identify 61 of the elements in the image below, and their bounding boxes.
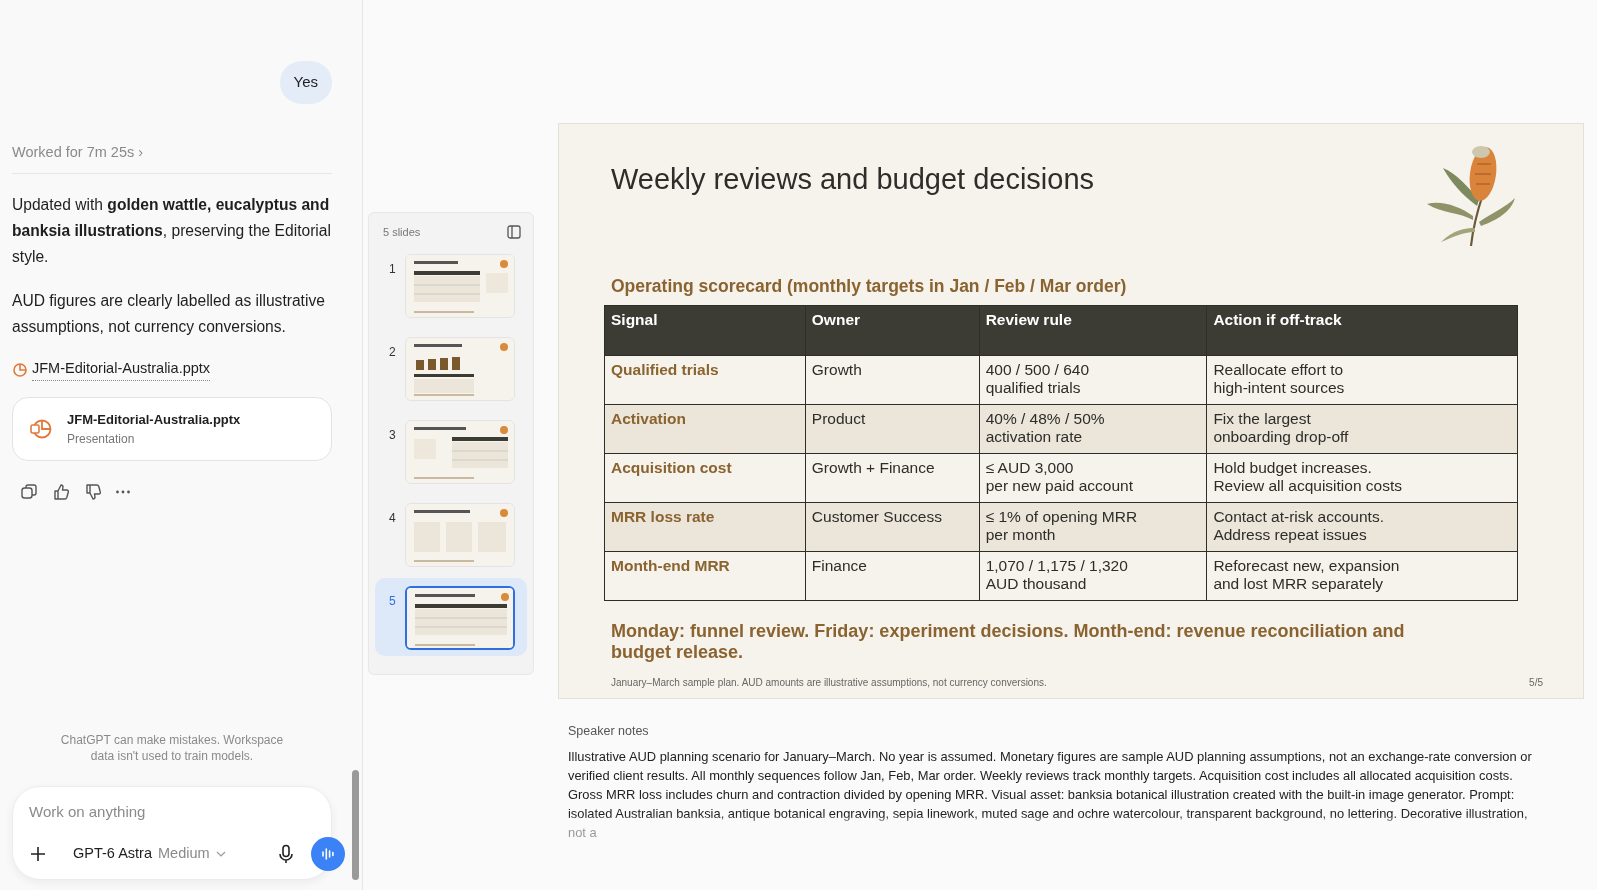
table-cell: Product (805, 404, 980, 454)
table-cell: MRR loss rate (604, 502, 806, 552)
scrollbar-thumb[interactable] (352, 770, 359, 880)
slide-title: Weekly reviews and budget decisions (611, 162, 1096, 197)
column-header: Owner (805, 305, 980, 356)
microphone-icon (277, 844, 295, 864)
plus-icon (29, 845, 47, 863)
table-cell: Month-end MRR (604, 551, 806, 601)
table-cell: Reallocate effort to high-intent sources (1206, 355, 1518, 405)
slide-count: 5 slides (383, 224, 421, 240)
file-type: Presentation (67, 430, 136, 448)
table-cell: ≤ 1% of opening MRR per month (979, 502, 1207, 552)
sidebar-icon (507, 225, 521, 239)
file-card[interactable]: JFM-Editorial-Australia.pptx Presentation (12, 397, 332, 461)
more-options-icon (116, 489, 130, 494)
table-cell: Acquisition cost (604, 453, 806, 503)
column-header: Signal (604, 305, 806, 356)
slide-footnote: January–March sample plan. AUD amounts are illustrative assumptions, not currency conversions. (611, 676, 1047, 691)
table-cell: 400 / 500 / 640 qualified trials (979, 355, 1207, 405)
table-cell: Qualified trials (604, 355, 806, 405)
slide-number: 1 (389, 261, 397, 278)
file-link[interactable]: JFM-Editorial-Australia.pptx (32, 358, 211, 381)
column-header: Action if off-track (1206, 305, 1518, 356)
response-paragraph: Updated with golden wattle, eucalyptus and banksia illustrations, preserving the Editorial style. (12, 195, 332, 268)
user-message: Yes (279, 61, 332, 104)
slide-number: 3 (389, 427, 397, 444)
table-cell: ≤ AUD 3,000 per new paid account (979, 453, 1207, 503)
copy-icon (20, 482, 38, 501)
message-input[interactable]: Work on anything (27, 796, 331, 827)
table-cell: Reforecast new, expansion and lost MRR separately (1206, 551, 1518, 601)
slide-number: 4 (389, 510, 397, 527)
slide-thumbnail[interactable] (405, 586, 515, 650)
slide-number: 5 (389, 593, 397, 610)
model-selector[interactable]: GPT-6 Astra Medium (67, 842, 232, 866)
table-cell: Activation (604, 404, 806, 454)
table-cell: 40% / 48% / 50% activation rate (979, 404, 1207, 454)
table-cell: Finance (805, 551, 980, 601)
waveform-icon (320, 846, 336, 862)
thumbs-down-icon (84, 482, 102, 501)
file-name: JFM-Editorial-Australia.pptx (67, 411, 241, 429)
response-paragraph: AUD figures are clearly labelled as illustrative assumptions, not currency conversions. (12, 291, 326, 338)
caret-icon (215, 851, 226, 858)
table-cell: 1,070 / 1,175 / 1,320 AUD thousand (979, 551, 1207, 601)
slide-number: 2 (389, 344, 397, 361)
summary-text: Monday: funnel review. Friday: experiment decisions. Month-end: revenue reconciliation and budget release. (611, 621, 1406, 664)
table-cell: Fix the largest onboarding drop-off (1206, 404, 1518, 454)
table-cell: Hold budget increases. Review all acquisition costs (1206, 453, 1518, 503)
table-cell: Growth (805, 355, 980, 405)
table-cell: Contact at-risk accounts. Address repeat issues (1206, 502, 1518, 552)
table-cell: Customer Success (805, 502, 980, 552)
table-cell: Growth + Finance (805, 453, 980, 503)
page-number: 5/5 (1529, 676, 1543, 691)
panel-toggle-button[interactable] (505, 223, 523, 241)
voice-mode-button[interactable] (311, 837, 345, 871)
column-header: Review rule (979, 305, 1207, 356)
table-caption: Operating scorecard (monthly targets in Jan / Feb / Mar order) (611, 274, 1128, 298)
presentation-icon (12, 361, 28, 378)
notes-label: Speaker notes (568, 723, 650, 740)
speaker-notes-text: Illustrative AUD planning scenario for January–March. No year is assumed. Monetary figures are sample AUD planning assumptions, not an exchange-rate conversion or verified client results. All monthly sequences follow Jan, Feb, Mar order. Weekly reviews track monthly targets. Acquisition cost includes all allocated acquisition costs. Gross MRR loss includes churn and contraction divided by opening MRR. Visual asset: banksia botanical illustration created with the built-in image generator. Prompt: isolated Australian banksia, antique botanical engraving, sepia linework, muted sage and ochre watercolour, transparent background, no lettering. Decorative illustration, not a (568, 747, 1533, 842)
thumbs-up-icon (52, 482, 70, 501)
disclaimer-text: ChatGPT can make mistakes. Workspace data isn't used to train models. (59, 731, 285, 764)
